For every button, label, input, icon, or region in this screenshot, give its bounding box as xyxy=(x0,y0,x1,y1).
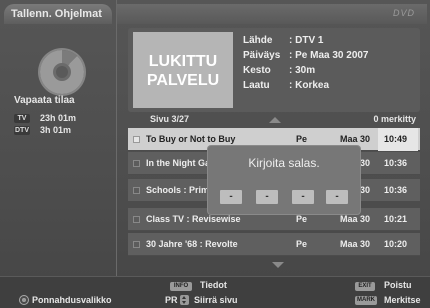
mark-checkbox[interactable] xyxy=(133,216,140,223)
disk-usage-icon xyxy=(40,50,84,94)
page-indicator: Sivu 3/27 xyxy=(150,114,190,124)
capacity-row-tv: TV 23h 01m xyxy=(14,113,76,124)
scroll-up-icon[interactable] xyxy=(269,117,281,123)
pin-digit-3[interactable]: - xyxy=(292,190,314,204)
program-time: 10:20 xyxy=(384,239,408,249)
detail-value: : Korkea xyxy=(289,80,330,91)
detail-row-duration: Kesto : 30m xyxy=(243,63,369,78)
program-time: 10:36 xyxy=(384,158,408,168)
popup-menu-icon xyxy=(19,295,29,305)
locked-service-preview: LUKITTU PALVELU xyxy=(133,32,233,108)
locked-line-2: PALVELU xyxy=(146,72,220,89)
detail-key: Laatu xyxy=(243,80,270,91)
disk-hole xyxy=(53,63,71,81)
detail-key: Lähde xyxy=(243,35,273,46)
left-panel: Tallenn. Ohjelmat Vapaata tilaa TV 23h 01… xyxy=(0,0,117,276)
program-title: 30 Jahre '68 : Revolte xyxy=(146,239,238,249)
mark-checkbox[interactable] xyxy=(133,241,140,248)
mark-checkbox[interactable] xyxy=(133,187,140,194)
detail-key: Kesto xyxy=(243,65,271,76)
pin-digit-2[interactable]: - xyxy=(256,190,278,204)
recorded-programs-screen: Tallenn. Ohjelmat Vapaata tilaa TV 23h 01… xyxy=(0,0,430,308)
detail-row-source: Lähde : DTV 1 xyxy=(243,33,369,48)
program-time: 10:21 xyxy=(384,214,408,224)
detail-key: Päiväys xyxy=(243,50,281,61)
password-prompt: Kirjoita salas. xyxy=(248,156,320,170)
page-move-label[interactable]: Siirrä sivu xyxy=(194,295,238,305)
pr-key-label: PR xyxy=(165,295,178,305)
scroll-down-icon[interactable] xyxy=(272,262,284,268)
detail-value: : DTV 1 xyxy=(289,35,324,46)
pin-digit-1[interactable]: - xyxy=(220,190,242,204)
page-updown-icon xyxy=(180,295,189,305)
info-label[interactable]: Tiedot xyxy=(200,280,227,290)
capacity-value: 23h 01m xyxy=(40,113,77,123)
marked-count: 0 merkitty xyxy=(373,114,416,124)
capacity-value: 3h 01m xyxy=(40,125,72,135)
detail-value: : 30m xyxy=(289,65,316,76)
program-day: Pe xyxy=(296,239,308,249)
mark-checkbox[interactable] xyxy=(133,136,140,143)
dvd-logo: DVD xyxy=(392,8,415,18)
exit-key-icon: EXIT xyxy=(355,282,375,291)
program-date: Maa 30 xyxy=(340,239,371,249)
detail-row-date: Päiväys : Pe Maa 30 2007 xyxy=(243,48,369,63)
popup-menu-label[interactable]: Ponnahdusvalikko xyxy=(32,295,112,305)
top-bar: DVD xyxy=(117,4,427,24)
pin-digit-4[interactable]: - xyxy=(326,190,348,204)
mark-label[interactable]: Merkitse xyxy=(384,295,421,305)
detail-row-quality: Laatu : Korkea xyxy=(243,78,369,93)
program-time: 10:49 xyxy=(378,128,418,151)
password-dialog: Kirjoita salas. - - - - xyxy=(208,146,360,214)
list-header: Sivu 3/27 0 merkitty xyxy=(128,114,420,126)
tv-badge: TV xyxy=(14,114,30,123)
panel-tab-title: Tallenn. Ohjelmat xyxy=(4,4,112,24)
exit-label[interactable]: Poistu xyxy=(384,280,412,290)
program-info-card: LUKITTU PALVELU Lähde : DTV 1 Päiväys : Pe… xyxy=(128,28,420,112)
free-space-label: Vapaata tilaa xyxy=(14,95,75,106)
info-key-icon: INFO xyxy=(170,282,192,291)
list-item[interactable]: 30 Jahre '68 : Revolte Pe Maa 30 10:20 xyxy=(128,233,420,256)
program-time: 10:36 xyxy=(384,185,408,195)
capacity-row-dtv: DTV 3h 01m xyxy=(14,125,71,136)
bottom-help-bar: Ponnahdusvalikko INFO Tiedot PR Siirrä s… xyxy=(0,276,430,308)
locked-line-1: LUKITTU xyxy=(148,53,218,70)
mark-checkbox[interactable] xyxy=(133,160,140,167)
mark-key-icon: MARK xyxy=(355,296,377,305)
program-details: Lähde : DTV 1 Päiväys : Pe Maa 30 2007 Kes… xyxy=(243,33,369,93)
dtv-badge: DTV xyxy=(14,126,30,135)
detail-value: : Pe Maa 30 2007 xyxy=(289,50,369,61)
